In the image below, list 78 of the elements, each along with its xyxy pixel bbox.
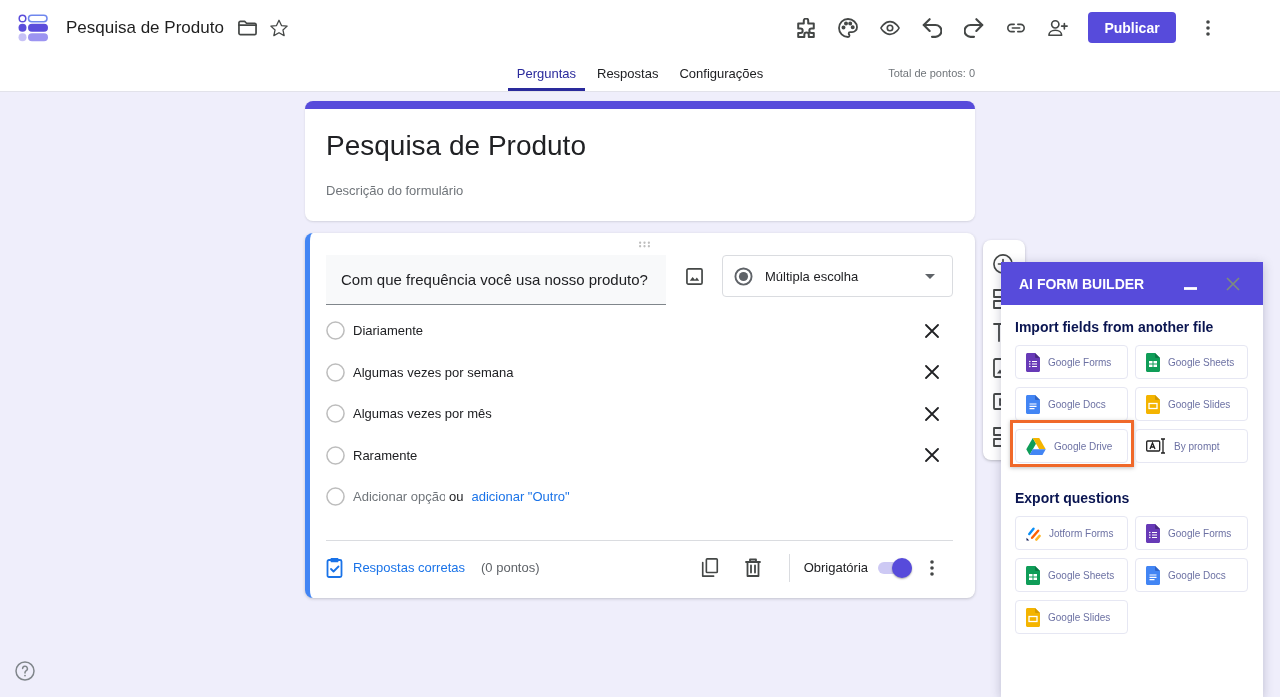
source-button[interactable]: Google Sheets xyxy=(1135,345,1248,379)
radio-circle-icon xyxy=(326,487,345,507)
text-cursor-icon xyxy=(1146,438,1166,454)
image-icon[interactable] xyxy=(993,357,1001,378)
source-button[interactable]: Google Slides xyxy=(1015,600,1128,634)
form-title: Pesquisa de Produto xyxy=(326,129,586,163)
folder-icon[interactable] xyxy=(237,19,257,36)
source-button[interactable]: Google Forms xyxy=(1135,516,1248,550)
description-field[interactable]: Descrição do formulário xyxy=(326,181,626,199)
redo-icon[interactable] xyxy=(964,17,984,38)
spreadsheet-icon xyxy=(1146,352,1160,372)
text-document-icon xyxy=(1026,394,1040,414)
points-text: (0 pontos) xyxy=(481,560,540,575)
drag-handle-icon[interactable] xyxy=(638,240,651,248)
question-type-dropdown[interactable]: Múltipla escolha xyxy=(722,255,953,297)
radio-selected-icon xyxy=(734,266,753,286)
publish-button[interactable]: Publicar xyxy=(1088,12,1176,43)
option-label: Algumas vezes por semana xyxy=(353,364,514,380)
triangle-logo-icon xyxy=(1026,437,1046,455)
undo-icon[interactable] xyxy=(922,17,942,38)
tab[interactable]: Perguntas xyxy=(507,55,585,91)
source-button[interactable]: By prompt xyxy=(1135,429,1248,463)
text-document-icon xyxy=(1146,565,1160,585)
help-icon[interactable] xyxy=(15,661,35,681)
radio-circle-icon xyxy=(326,362,345,382)
required-label: Obrigatória xyxy=(803,560,868,575)
option-label: Algumas vezes por mês xyxy=(353,406,492,422)
star-icon[interactable] xyxy=(269,18,288,37)
radio-circle-icon xyxy=(326,404,345,424)
tab[interactable]: Configurações xyxy=(670,55,773,91)
tab[interactable]: Respostas xyxy=(588,55,668,91)
total-points-text: Total de pontos: 0 xyxy=(888,67,975,79)
question-title-field[interactable]: Com que frequência você usa nosso produto? xyxy=(326,255,666,305)
radio-circle-icon xyxy=(326,321,345,341)
slides-document-icon xyxy=(1146,394,1160,414)
source-button[interactable]: Google Slides xyxy=(1135,387,1248,421)
more-icon[interactable] xyxy=(930,559,934,576)
video-icon[interactable] xyxy=(993,392,1001,413)
or-text: ou xyxy=(449,489,464,505)
list-document-icon xyxy=(1146,523,1160,543)
option-label: Diariamente xyxy=(353,323,424,339)
trash-icon[interactable] xyxy=(743,557,764,578)
radio-circle-icon xyxy=(326,445,345,465)
close-icon[interactable] xyxy=(925,406,939,421)
puzzle-icon[interactable] xyxy=(796,17,816,38)
list-document-icon xyxy=(1026,352,1040,372)
document-title: Pesquisa de Produto xyxy=(66,17,224,38)
palette-icon[interactable] xyxy=(838,17,858,38)
source-button[interactable]: Google Sheets xyxy=(1015,558,1128,592)
section-heading: Import fields from another file xyxy=(1015,318,1215,336)
required-toggle[interactable] xyxy=(878,557,912,578)
add-other-link[interactable]: adicionar "Outro" xyxy=(471,489,570,505)
title-icon[interactable] xyxy=(993,323,1001,344)
pen-strokes-icon xyxy=(1026,525,1041,541)
source-button[interactable]: Google Drive xyxy=(1015,429,1128,463)
source-button[interactable]: Google Forms xyxy=(1015,345,1128,379)
copy-icon[interactable] xyxy=(700,557,721,578)
clipboard-check-icon xyxy=(326,557,343,578)
section-icon[interactable] xyxy=(993,426,1001,447)
section-heading: Export questions xyxy=(1015,489,1131,507)
option-label: Raramente xyxy=(353,447,418,463)
import-icon[interactable] xyxy=(993,288,1001,309)
slides-document-icon xyxy=(1026,607,1040,627)
source-button[interactable]: Google Docs xyxy=(1015,387,1128,421)
add-option-field[interactable]: Adicionar opção xyxy=(353,489,445,505)
logo-icon[interactable] xyxy=(18,13,48,42)
add-person-icon[interactable] xyxy=(1048,17,1068,38)
caret-icon xyxy=(925,273,935,279)
source-button[interactable]: Google Docs xyxy=(1135,558,1248,592)
image-icon[interactable] xyxy=(685,267,703,285)
close-icon[interactable] xyxy=(925,365,939,380)
answer-key-button[interactable]: Respostas corretas xyxy=(326,557,465,578)
spreadsheet-icon xyxy=(1026,565,1040,585)
close-icon[interactable] xyxy=(925,448,939,463)
close-icon[interactable] xyxy=(925,323,939,338)
source-button[interactable]: Jotform Forms xyxy=(1015,516,1128,550)
more-icon[interactable] xyxy=(1206,19,1210,36)
panel-title: AI FORM BUILDER xyxy=(1019,275,1145,292)
